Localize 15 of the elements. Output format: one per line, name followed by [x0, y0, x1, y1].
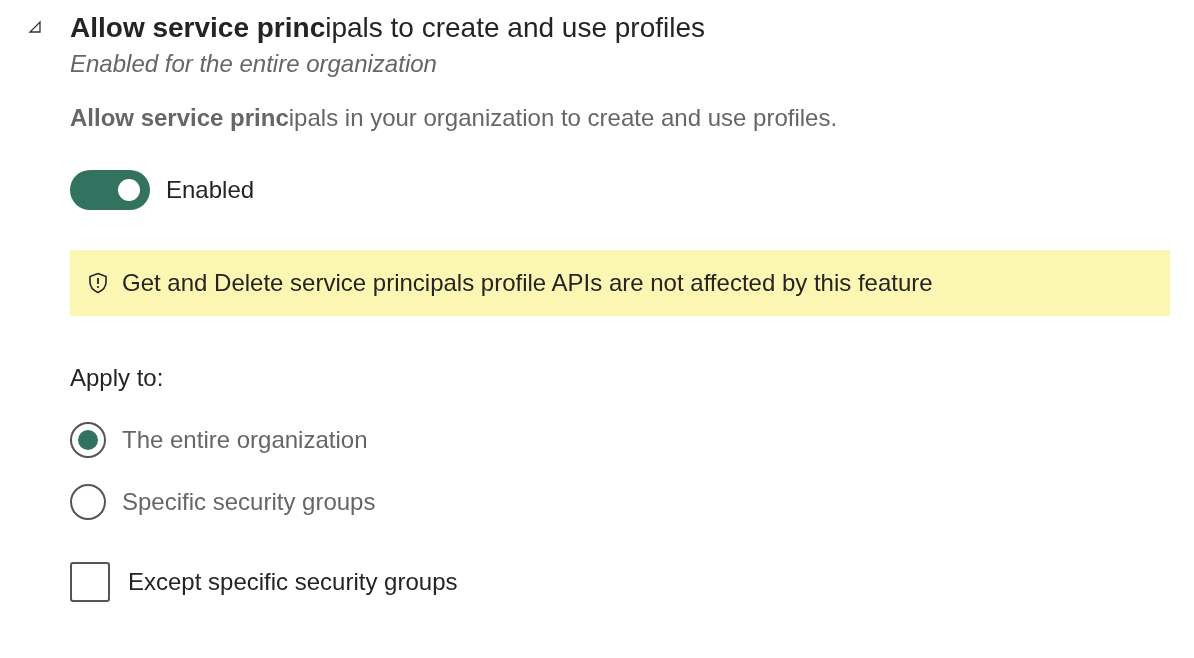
toggle-label: Enabled: [166, 175, 255, 205]
apply-to-label: Apply to:: [70, 363, 165, 393]
radio-label: Specific security groups: [122, 487, 376, 517]
radio-button[interactable]: [70, 422, 106, 458]
shield-icon: [88, 272, 108, 294]
radio-button[interactable]: [70, 484, 106, 520]
checkbox-label: Except specific security groups: [128, 567, 458, 597]
radio-label: The entire organization: [122, 425, 368, 455]
setting-subtitle: Enabled for the entire organization: [70, 49, 438, 79]
toggle-switch[interactable]: [70, 170, 150, 210]
notice-text: Get and Delete service principals profile APIs are not affected by this feature: [122, 268, 933, 298]
setting-description: Allow service principals in your organization to create and use profiles.: [70, 103, 839, 133]
collapse-triangle-icon[interactable]: [28, 20, 42, 34]
checkbox[interactable]: [70, 562, 110, 602]
setting-title: Allow service principals to create and use profiles: [70, 11, 706, 45]
